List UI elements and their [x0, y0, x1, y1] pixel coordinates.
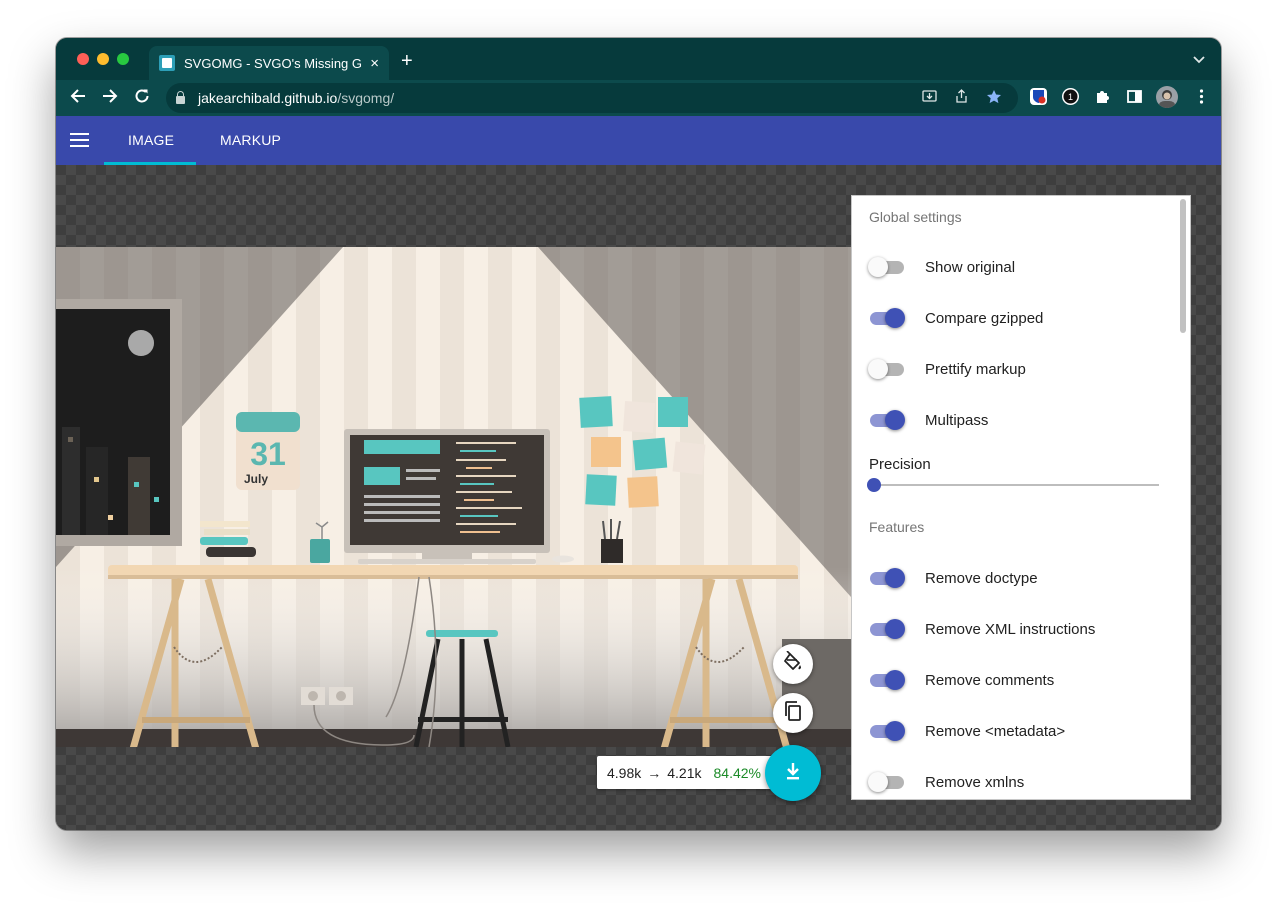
background-color-button[interactable] — [773, 644, 813, 684]
toggle-remove-xmlns[interactable]: Remove xmlns — [868, 769, 1025, 795]
back-arrow-icon[interactable] — [70, 88, 86, 108]
toggle-label: Multipass — [925, 411, 989, 429]
install-icon[interactable] — [922, 89, 937, 107]
features-heading: Features — [869, 519, 925, 535]
tab-strip: SVGOMG - SVGO's Missing GUI × + — [56, 38, 1221, 80]
canvas-area: 31 July Global settings Show original Co… — [56, 165, 1221, 830]
toggle-remove-doctype[interactable]: Remove doctype — [869, 565, 1038, 591]
share-icon[interactable] — [954, 89, 969, 107]
precision-slider[interactable] — [867, 478, 1159, 492]
switch[interactable] — [868, 769, 905, 795]
paint-bucket-icon — [782, 649, 804, 678]
password-manager-icon[interactable]: 1 — [1062, 88, 1079, 105]
hamburger-menu-icon[interactable] — [70, 133, 89, 147]
toggle-label: Remove XML instructions — [925, 620, 1096, 638]
side-panel-icon[interactable] — [1126, 88, 1143, 105]
slider-thumb[interactable] — [867, 478, 881, 492]
copy-button[interactable] — [773, 693, 813, 733]
zoom-window-button[interactable] — [117, 53, 129, 65]
lock-icon — [176, 91, 185, 104]
toggle-label: Remove comments — [925, 671, 1055, 689]
new-tab-button[interactable]: + — [401, 51, 413, 71]
browser-window: SVGOMG - SVGO's Missing GUI × + jakearch… — [56, 38, 1221, 830]
toggle-label: Compare gzipped — [925, 309, 1044, 327]
extensions-puzzle-icon[interactable] — [1094, 88, 1111, 105]
bookmark-star-icon[interactable] — [986, 89, 1002, 108]
switch[interactable] — [868, 254, 905, 280]
toggle-label: Prettify markup — [925, 360, 1026, 378]
toggle-remove-metadata[interactable]: Remove <metadata> — [869, 718, 1065, 744]
toggle-label: Remove doctype — [925, 569, 1038, 587]
tab-image[interactable]: IMAGE — [128, 132, 174, 148]
url-text: jakearchibald.github.io/svgomg/ — [198, 90, 394, 106]
original-size: 4.98k — [607, 764, 642, 781]
svg-text:1: 1 — [1068, 92, 1073, 102]
settings-panel[interactable]: Global settings Show original Compare gz… — [851, 195, 1191, 800]
toggle-label: Remove <metadata> — [925, 722, 1066, 740]
address-bar[interactable]: jakearchibald.github.io/svgomg/ — [166, 83, 1018, 113]
svgomg-favicon-icon — [159, 55, 175, 71]
toggle-prettify-markup[interactable]: Prettify markup — [868, 356, 1026, 382]
switch[interactable] — [868, 356, 905, 382]
download-button[interactable] — [765, 745, 821, 801]
url-host: jakearchibald.github.io — [198, 90, 338, 106]
url-path: /svgomg/ — [337, 90, 395, 106]
reload-icon[interactable] — [134, 88, 150, 108]
switch[interactable] — [869, 407, 905, 433]
switch[interactable] — [869, 305, 905, 331]
size-result: 4.98k → 4.21k 84.42% — [597, 756, 789, 789]
calendar-day: 31 — [250, 436, 286, 472]
scrollbar[interactable] — [1180, 199, 1186, 333]
calendar-month: July — [244, 472, 268, 486]
toggle-label: Remove xmlns — [925, 773, 1025, 791]
tab-markup[interactable]: MARKUP — [220, 132, 281, 148]
toggle-show-original[interactable]: Show original — [868, 254, 1016, 280]
download-icon — [784, 761, 802, 786]
svg-preview-illustration: 31 July — [56, 247, 851, 747]
menu-kebab-icon[interactable] — [1193, 88, 1210, 105]
minimize-window-button[interactable] — [97, 53, 109, 65]
toggle-compare-gzipped[interactable]: Compare gzipped — [869, 305, 1043, 331]
saving-percentage: 84.42% — [713, 764, 761, 781]
switch[interactable] — [869, 616, 905, 642]
privacy-extension-icon[interactable] — [1030, 88, 1047, 105]
global-settings-heading: Global settings — [869, 209, 962, 225]
tab-close-icon[interactable]: × — [370, 55, 379, 72]
toggle-label: Show original — [925, 258, 1016, 276]
browser-toolbar: jakearchibald.github.io/svgomg/ 1 — [56, 80, 1221, 116]
precision-label: Precision — [869, 456, 931, 473]
optimized-size: 4.21k — [667, 764, 702, 781]
browser-tab[interactable]: SVGOMG - SVGO's Missing GUI × — [149, 46, 389, 80]
close-window-button[interactable] — [77, 53, 89, 65]
tab-title: SVGOMG - SVGO's Missing GUI — [184, 55, 363, 71]
chevron-down-icon[interactable] — [1193, 52, 1205, 67]
avatar[interactable] — [1156, 86, 1178, 108]
switch[interactable] — [869, 718, 905, 744]
forward-arrow-icon[interactable] — [102, 88, 118, 108]
switch[interactable] — [869, 667, 905, 693]
toggle-multipass[interactable]: Multipass — [869, 407, 988, 433]
switch[interactable] — [869, 565, 905, 591]
app-bar: IMAGE MARKUP — [56, 116, 1221, 165]
size-arrow: → — [647, 764, 662, 781]
toggle-remove-comments[interactable]: Remove comments — [869, 667, 1054, 693]
slider-track — [867, 484, 1159, 486]
toggle-remove-xml-instructions[interactable]: Remove XML instructions — [869, 616, 1095, 642]
copy-icon — [783, 700, 803, 727]
